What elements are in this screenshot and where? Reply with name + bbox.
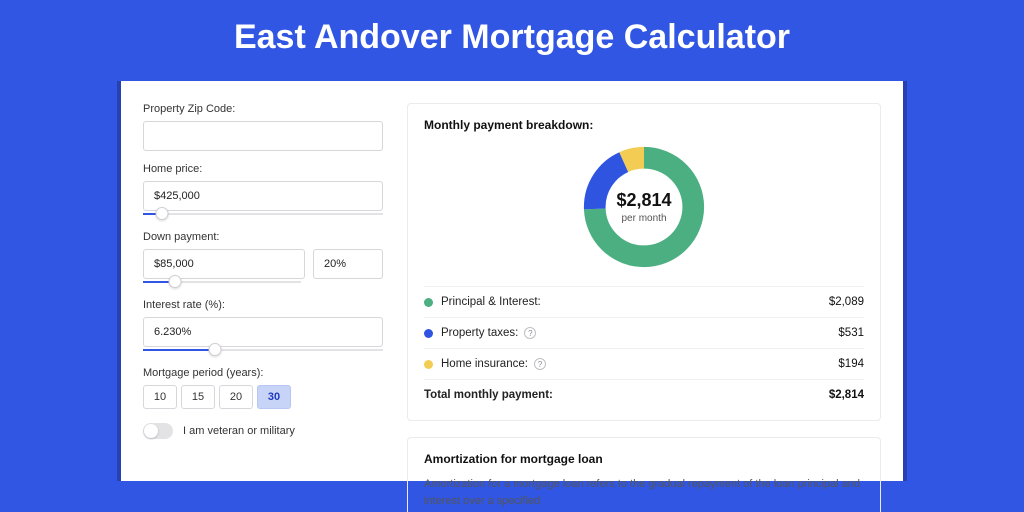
down-payment-slider[interactable] — [143, 277, 301, 287]
legend-item-label: Property taxes:? — [441, 327, 536, 339]
home-price-slider[interactable] — [143, 209, 383, 219]
breakdown-card: Monthly payment breakdown: $2,814 per mo… — [407, 103, 881, 421]
breakdown-legend-row: Property taxes:? $531 — [424, 317, 864, 348]
down-payment-field: Down payment: — [143, 231, 383, 287]
legend-item-label: Principal & Interest: — [441, 296, 541, 308]
donut-center-value: $2,814 — [616, 190, 671, 211]
down-payment-label: Down payment: — [143, 231, 383, 243]
veteran-row: I am veteran or military — [143, 423, 383, 439]
legend-dot-icon — [424, 329, 433, 338]
interest-rate-label: Interest rate (%): — [143, 299, 383, 311]
legend-dot-icon — [424, 360, 433, 369]
breakdown-title: Monthly payment breakdown: — [424, 118, 864, 132]
amortization-card: Amortization for mortgage loan Amortizat… — [407, 437, 881, 512]
mortgage-period-option-10[interactable]: 10 — [143, 385, 177, 409]
zip-input[interactable] — [143, 121, 383, 151]
page-title: East Andover Mortgage Calculator — [0, 18, 1024, 57]
home-price-field: Home price: — [143, 163, 383, 219]
breakdown-legend-row: Principal & Interest: $2,089 — [424, 286, 864, 317]
interest-rate-input[interactable] — [143, 317, 383, 347]
mortgage-period-option-30[interactable]: 30 — [257, 385, 291, 409]
legend-item-label: Home insurance:? — [441, 358, 546, 370]
interest-rate-slider[interactable] — [143, 345, 383, 355]
amortization-title: Amortization for mortgage loan — [424, 452, 864, 466]
breakdown-legend: Principal & Interest: $2,089 Property taxe… — [424, 286, 864, 379]
breakdown-total-value: $2,814 — [829, 389, 864, 401]
mortgage-period-label: Mortgage period (years): — [143, 367, 383, 379]
breakdown-total-label: Total monthly payment: — [424, 389, 553, 401]
interest-rate-field: Interest rate (%): — [143, 299, 383, 355]
amortization-body: Amortization for a mortgage loan refers … — [424, 476, 864, 509]
home-price-input[interactable] — [143, 181, 383, 211]
panel-frame: Property Zip Code: Home price: Down paym… — [117, 81, 907, 481]
legend-item-value: $194 — [838, 358, 864, 370]
mortgage-period-option-20[interactable]: 20 — [219, 385, 253, 409]
help-icon[interactable]: ? — [524, 327, 536, 339]
down-payment-percent-input[interactable] — [313, 249, 383, 279]
veteran-toggle[interactable] — [143, 423, 173, 439]
legend-dot-icon — [424, 298, 433, 307]
mortgage-period-options: 10152030 — [143, 385, 383, 409]
mortgage-period-field: Mortgage period (years): 10152030 — [143, 367, 383, 409]
breakdown-legend-row: Home insurance:? $194 — [424, 348, 864, 379]
zip-field: Property Zip Code: — [143, 103, 383, 151]
zip-label: Property Zip Code: — [143, 103, 383, 115]
home-price-label: Home price: — [143, 163, 383, 175]
down-payment-amount-input[interactable] — [143, 249, 305, 279]
breakdown-column: Monthly payment breakdown: $2,814 per mo… — [407, 103, 881, 481]
breakdown-donut-chart: $2,814 per month — [579, 142, 709, 272]
calculator-panel: Property Zip Code: Home price: Down paym… — [121, 81, 903, 481]
legend-item-value: $2,089 — [829, 296, 864, 308]
breakdown-total-row: Total monthly payment: $2,814 — [424, 379, 864, 410]
form-column: Property Zip Code: Home price: Down paym… — [143, 103, 383, 481]
donut-center-sub: per month — [621, 213, 666, 224]
legend-item-value: $531 — [838, 327, 864, 339]
help-icon[interactable]: ? — [534, 358, 546, 370]
veteran-label: I am veteran or military — [183, 425, 295, 437]
mortgage-period-option-15[interactable]: 15 — [181, 385, 215, 409]
